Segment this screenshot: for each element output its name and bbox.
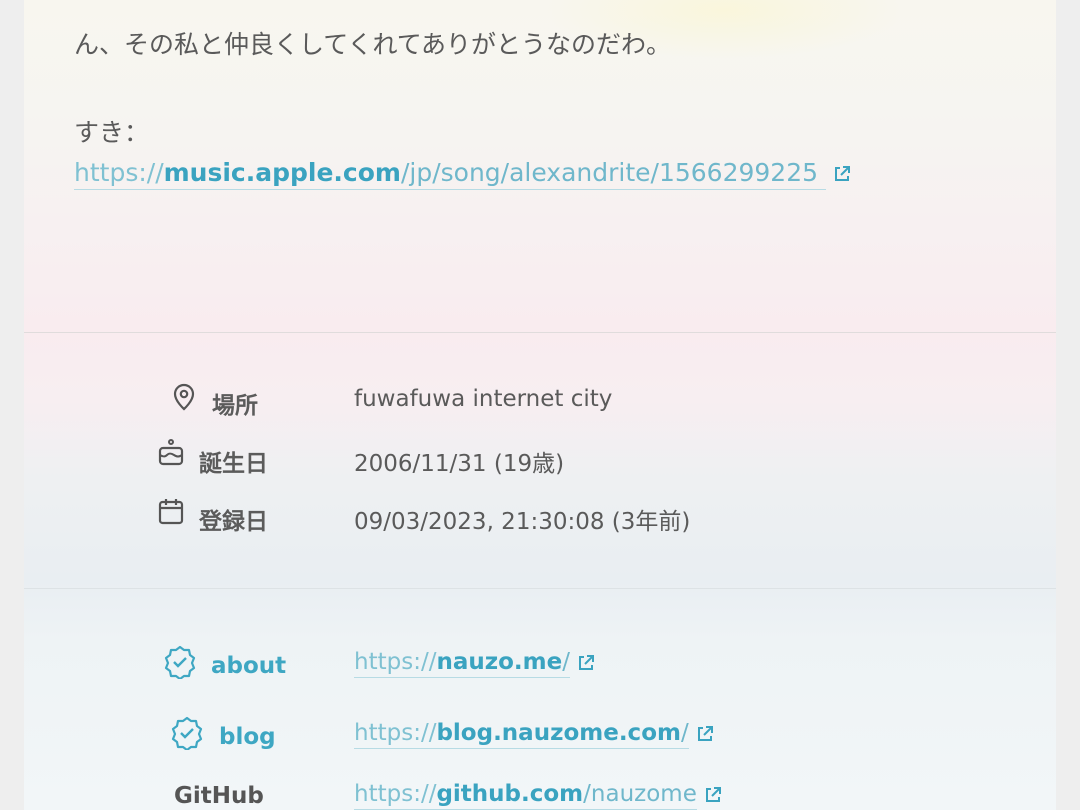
info-label: 誕生日 xyxy=(199,451,268,477)
location-pin-icon xyxy=(173,383,195,411)
link-scheme: https:// xyxy=(354,649,437,675)
link-host: github.com xyxy=(436,781,584,807)
link-host: blog.nauzome.com xyxy=(436,720,681,746)
info-label: 場所 xyxy=(212,393,258,419)
about-link[interactable]: https://nauzo.me/ xyxy=(354,649,570,678)
info-row-location: 場所 fuwafuwa internet city xyxy=(154,382,854,419)
link-path: / xyxy=(562,649,570,675)
link-host: nauzo.me xyxy=(436,649,563,675)
field-row-github: GitHub https://github.com/nauzome xyxy=(154,778,954,810)
info-value: 09/03/2023, 21:30:08 (3年前) xyxy=(354,509,691,535)
link-path: /jp/song/alexandrite/1566299225 xyxy=(400,158,819,187)
blog-link[interactable]: https://blog.nauzome.com/ xyxy=(354,720,689,749)
external-link-icon xyxy=(705,786,721,802)
link-path: /nauzome xyxy=(583,781,697,807)
description-favorite-label: すき： xyxy=(74,118,150,147)
verified-badge-icon xyxy=(164,645,196,679)
info-label: 登録日 xyxy=(199,509,268,535)
external-link-icon xyxy=(834,166,850,181)
birthday-cake-icon xyxy=(158,439,184,466)
link-scheme: https:// xyxy=(354,781,437,807)
section-divider xyxy=(24,332,1056,333)
field-label: blog xyxy=(219,724,276,750)
field-row-blog: blog https://blog.nauzome.com/ xyxy=(154,716,954,756)
info-row-registered: 登録日 09/03/2023, 21:30:08 (3年前) xyxy=(154,498,854,535)
field-label: about xyxy=(211,653,287,679)
section-divider xyxy=(24,588,1056,589)
profile-card: ん、その私と仲良くしてくれてありがとうなのだわ。 すき： https://mus… xyxy=(24,0,1056,810)
link-host: music.apple.com xyxy=(163,158,401,187)
link-scheme: https:// xyxy=(74,158,164,187)
github-link[interactable]: https://github.com/nauzome xyxy=(354,781,697,810)
calendar-icon xyxy=(158,499,184,525)
favorite-song-link[interactable]: https://music.apple.com/jp/song/alexandr… xyxy=(74,158,826,190)
link-path: / xyxy=(680,720,689,746)
verified-badge-icon xyxy=(171,716,203,750)
description-text: ん、その私と仲良くしてくれてありがとうなのだわ。 xyxy=(74,30,672,59)
info-row-birthday: 誕生日 2006/11/31 (19歳) xyxy=(154,439,854,477)
external-link-icon xyxy=(578,654,594,670)
info-value: 2006/11/31 (19歳) xyxy=(354,451,565,477)
external-link-icon xyxy=(697,725,713,741)
field-label: GitHub xyxy=(174,783,264,809)
field-row-about: about https://nauzo.me/ xyxy=(154,645,954,685)
link-scheme: https:// xyxy=(354,720,437,746)
info-value: fuwafuwa internet city xyxy=(354,386,613,412)
